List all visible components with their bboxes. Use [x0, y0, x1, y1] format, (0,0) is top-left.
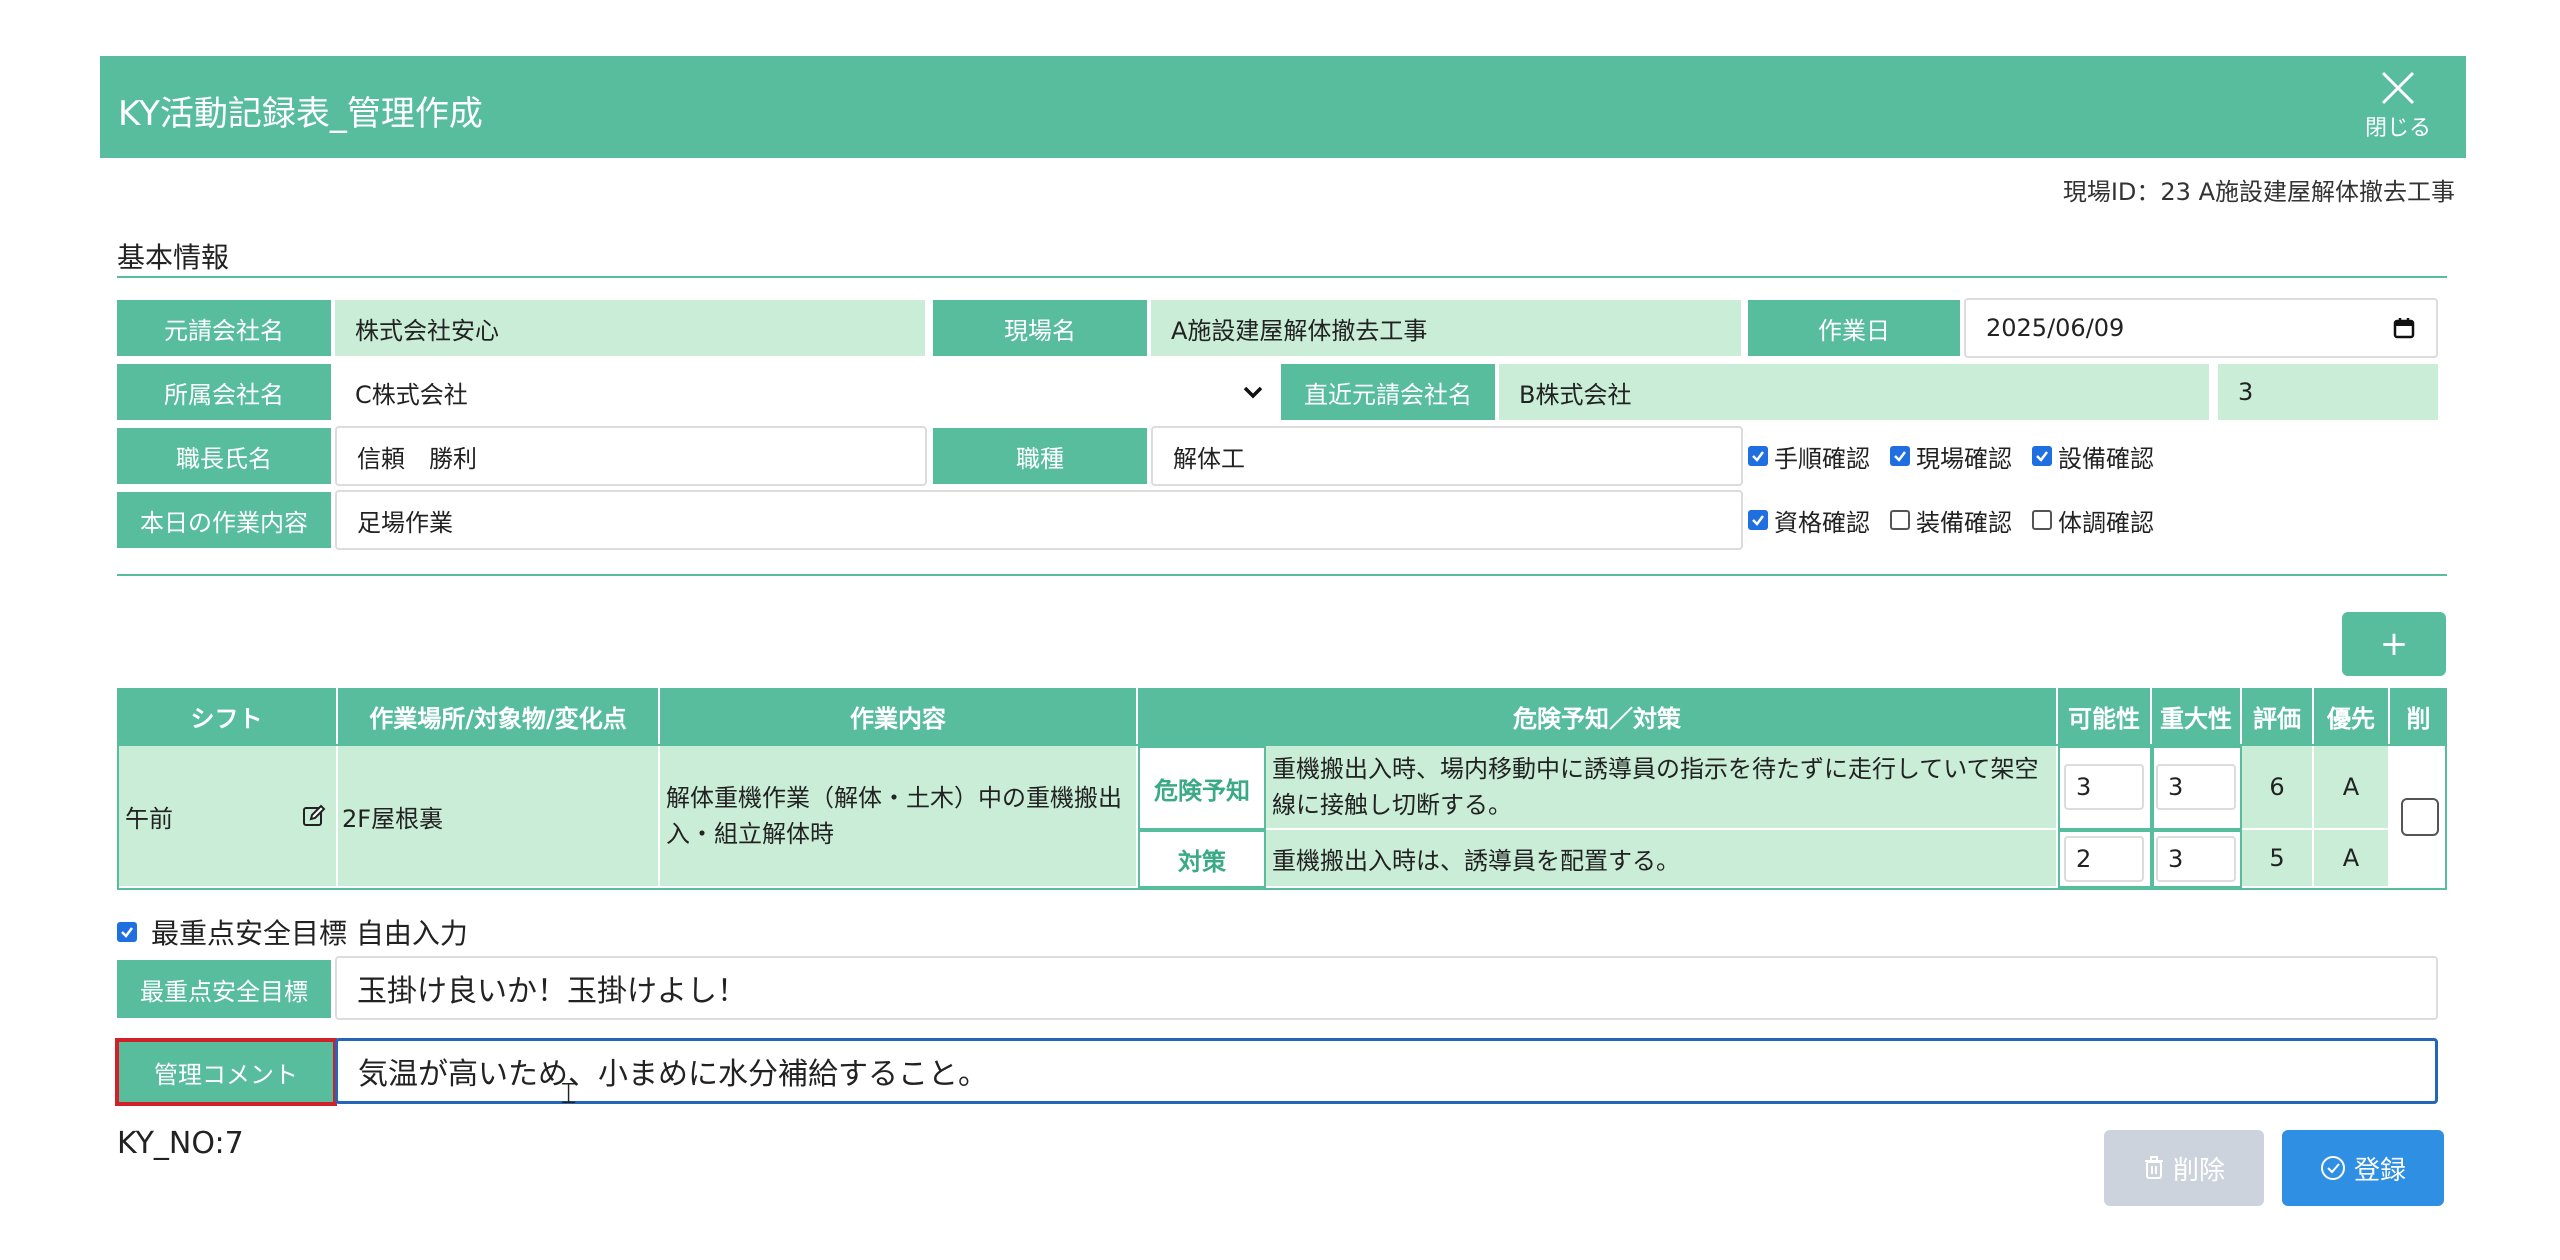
checkbox-unchecked-icon[interactable]	[2032, 510, 2052, 530]
direct-prime-extra: 3	[2218, 364, 2438, 420]
confirm-checks-row2: 資格確認 装備確認 体調確認	[1748, 492, 2174, 548]
foreman-label: 職長氏名	[117, 428, 331, 484]
shift-value: 午前	[125, 804, 173, 833]
work-date-value: 2025/06/09	[1986, 314, 2125, 342]
check-health[interactable]: 体調確認	[2032, 503, 2154, 538]
add-row-button[interactable]: +	[2342, 612, 2446, 676]
check-qualification[interactable]: 資格確認	[1748, 503, 1870, 538]
th-severity: 重大性	[2152, 688, 2242, 744]
check-gear[interactable]: 装備確認	[1890, 503, 2012, 538]
check-site[interactable]: 現場確認	[1890, 439, 2012, 474]
edit-icon[interactable]	[302, 804, 326, 828]
danger-priority: A	[2314, 746, 2390, 830]
divider	[117, 574, 2447, 576]
text-cursor-icon: 𝙸	[558, 1076, 580, 1111]
check-qualification-label: 資格確認	[1774, 508, 1870, 537]
checkbox-checked-icon[interactable]	[1890, 446, 1910, 466]
foreman-input[interactable]: 信頼 勝利	[335, 426, 927, 486]
th-danger: 危険予知／対策	[1138, 688, 2058, 744]
danger-severity-input[interactable]: 3	[2156, 764, 2236, 810]
site-name-label: 現場名	[933, 300, 1147, 356]
section-title-basic-info: 基本情報	[117, 241, 230, 274]
site-id-text: 現場ID：23 A施設建屋解体撤去工事	[2062, 178, 2455, 206]
confirm-checks-row1: 手順確認 現場確認 設備確認	[1748, 428, 2174, 484]
th-priority: 優先	[2314, 688, 2390, 744]
divider	[117, 276, 2447, 278]
cell-shift: 午前	[119, 746, 338, 888]
close-label: 閉じる	[2364, 116, 2431, 141]
cell-work: 解体重機作業（解体・土木）中の重機搬出入・組立解体時	[660, 746, 1138, 888]
affiliate-value: C株式会社	[355, 380, 468, 409]
mgmt-comment-label: 管理コメント	[115, 1038, 337, 1106]
title-bar: KY活動記録表_管理作成 閉じる	[100, 56, 2466, 158]
th-delete: 削	[2390, 688, 2447, 744]
measure-possibility-input[interactable]: 2	[2064, 836, 2144, 882]
delete-button[interactable]: 削除	[2104, 1130, 2264, 1206]
danger-possibility-input[interactable]: 3	[2064, 764, 2144, 810]
ky-number: KY_NO:7	[117, 1126, 244, 1161]
trash-icon	[2144, 1156, 2163, 1179]
checkbox-unchecked-icon[interactable]	[1890, 510, 1910, 530]
calendar-icon[interactable]	[2392, 316, 2416, 340]
register-button-label: 登録	[2353, 1155, 2406, 1186]
th-work: 作業内容	[660, 688, 1138, 744]
measure-priority: A	[2314, 830, 2390, 888]
check-gear-label: 装備確認	[1916, 508, 2012, 537]
prime-company-value: 株式会社安心	[335, 300, 925, 356]
checkbox-checked-icon[interactable]	[1748, 510, 1768, 530]
affiliate-select[interactable]: C株式会社	[335, 364, 1275, 420]
safety-goal-input[interactable]: 玉掛け良いか！玉掛けよし！	[335, 956, 2438, 1020]
close-icon	[2381, 71, 2415, 105]
direct-prime-value: B株式会社	[1499, 364, 2209, 420]
work-date-input[interactable]: 2025/06/09	[1964, 298, 2438, 358]
prime-company-label: 元請会社名	[117, 300, 331, 356]
work-content-label: 本日の作業内容	[117, 492, 331, 548]
free-input-check-label: 最重点安全目標 自由入力	[151, 917, 468, 950]
check-equipment-label: 設備確認	[2058, 444, 2154, 473]
cell-place: 2F屋根裏	[338, 746, 660, 888]
direct-prime-label: 直近元請会社名	[1281, 364, 1495, 420]
th-possibility: 可能性	[2058, 688, 2152, 744]
mgmt-comment-input[interactable]: 気温が高いため、小まめに水分補給すること。	[335, 1038, 2438, 1104]
site-name-value: A施設建屋解体撤去工事	[1151, 300, 1741, 356]
danger-tag: 危険予知	[1138, 746, 1266, 830]
register-button[interactable]: 登録	[2282, 1130, 2444, 1206]
danger-text: 重機搬出入時、場内移動中に誘導員の指示を待たずに走行していて架空線に接触し切断す…	[1266, 746, 2058, 830]
job-type-label: 職種	[933, 428, 1147, 484]
th-shift: シフト	[117, 688, 338, 744]
row-delete-checkbox[interactable]	[2401, 798, 2439, 836]
checkbox-checked-icon[interactable]	[2032, 446, 2052, 466]
check-procedure-label: 手順確認	[1774, 444, 1870, 473]
free-input-check[interactable]: 最重点安全目標 自由入力	[117, 912, 468, 952]
work-content-input[interactable]: 足場作業	[335, 490, 1743, 550]
check-circle-icon	[2320, 1156, 2345, 1180]
th-place: 作業場所/対象物/変化点	[338, 688, 660, 744]
check-site-label: 現場確認	[1916, 444, 2012, 473]
close-button[interactable]: 閉じる	[2358, 68, 2438, 148]
measure-eval: 5	[2242, 830, 2314, 888]
job-type-input[interactable]: 解体工	[1151, 426, 1743, 486]
work-date-label: 作業日	[1748, 300, 1960, 356]
th-eval: 評価	[2242, 688, 2314, 744]
affiliate-label: 所属会社名	[117, 364, 331, 420]
checkbox-checked-icon[interactable]	[117, 922, 137, 942]
measure-severity-input[interactable]: 3	[2156, 836, 2236, 882]
page-title: KY活動記録表_管理作成	[118, 94, 483, 134]
safety-goal-label: 最重点安全目標	[117, 960, 331, 1018]
chevron-down-icon	[1243, 386, 1263, 399]
measure-text: 重機搬出入時は、誘導員を配置する。	[1266, 830, 2058, 888]
danger-eval: 6	[2242, 746, 2314, 830]
check-equipment[interactable]: 設備確認	[2032, 439, 2154, 474]
delete-button-label: 削除	[2172, 1155, 2225, 1186]
check-health-label: 体調確認	[2058, 508, 2154, 537]
checkbox-checked-icon[interactable]	[1748, 446, 1768, 466]
measure-tag: 対策	[1138, 830, 1266, 888]
check-procedure[interactable]: 手順確認	[1748, 439, 1870, 474]
